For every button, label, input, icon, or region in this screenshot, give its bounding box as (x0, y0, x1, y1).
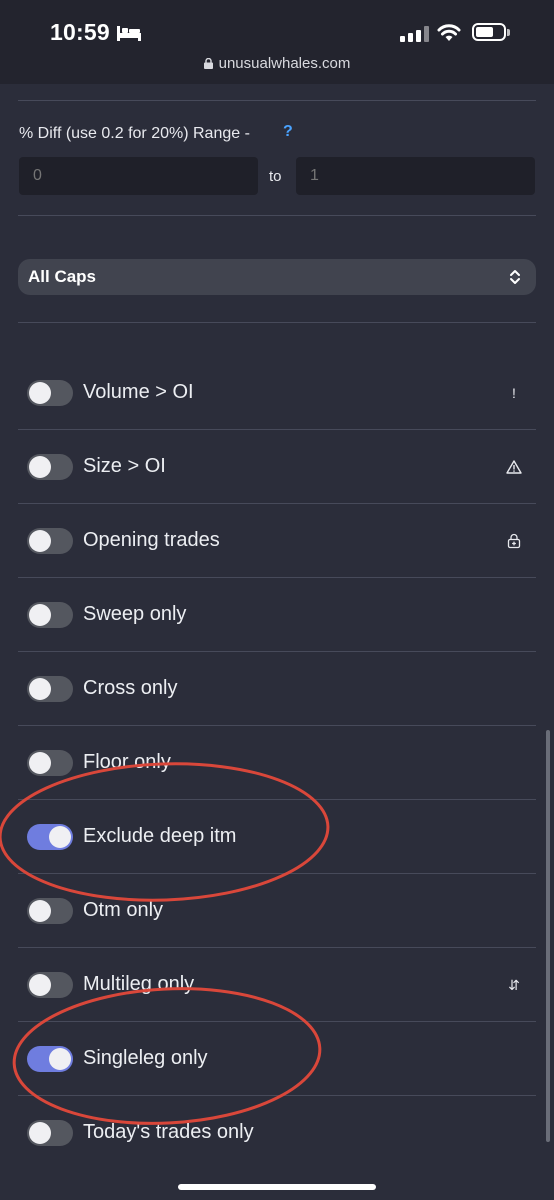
help-icon[interactable]: ? (283, 123, 293, 141)
singleleg-only-toggle[interactable] (27, 1046, 73, 1072)
clock: 10:59 (50, 19, 110, 45)
battery-icon (472, 23, 510, 41)
diff-range-from-input[interactable] (19, 157, 258, 195)
market-cap-selected: All Caps (28, 267, 97, 286)
filter-label: Otm only (83, 899, 164, 921)
status-bar: 10:59 unusualwhales.com (0, 0, 554, 84)
chevron-up-down-icon (510, 270, 520, 284)
otm-only-toggle[interactable] (27, 898, 73, 924)
lock-icon (203, 58, 213, 69)
divider (18, 100, 536, 101)
filter-label: Volume > OI (83, 381, 194, 403)
filter-row-cross-only: Cross only (18, 652, 536, 726)
market-cap-select[interactable]: All Caps (18, 259, 536, 295)
filter-row-volume-oi: Volume > OI ! (18, 356, 536, 430)
home-indicator[interactable] (178, 1184, 376, 1190)
diff-range-label: % Diff (use 0.2 for 20%) Range - (19, 125, 250, 142)
filter-label: Exclude deep itm (83, 825, 237, 847)
divider (18, 215, 536, 216)
swap-vertical-icon[interactable]: ⇵ (506, 977, 522, 993)
todays-trades-only-toggle[interactable] (27, 1120, 73, 1146)
floor-only-toggle[interactable] (27, 750, 73, 776)
sleep-mode-icon (117, 26, 141, 41)
filter-row-sweep-only: Sweep only (18, 578, 536, 652)
cellular-signal-icon (400, 26, 429, 42)
wifi-icon (437, 24, 461, 41)
filter-row-todays-trades-only: Today's trades only (18, 1096, 536, 1170)
url-text: unusualwhales.com (218, 55, 351, 72)
filter-row-opening-trades: Opening trades (18, 504, 536, 578)
filter-label: Cross only (83, 677, 178, 699)
filter-row-singleleg-only: Singleleg only (18, 1022, 536, 1096)
warning-icon[interactable] (506, 459, 522, 475)
filter-row-floor-only: Floor only (18, 726, 536, 800)
multileg-only-toggle[interactable] (27, 972, 73, 998)
divider (18, 322, 536, 323)
range-separator: to (269, 168, 282, 185)
exclude-deep-itm-toggle[interactable] (27, 824, 73, 850)
scrollbar[interactable] (546, 730, 550, 1142)
filter-row-size-oi: Size > OI (18, 430, 536, 504)
filter-label: Multileg only (83, 973, 195, 995)
volume-oi-toggle[interactable] (27, 380, 73, 406)
filter-label: Singleleg only (83, 1047, 208, 1069)
lock-plus-icon[interactable] (506, 533, 522, 549)
diff-range-to-input[interactable] (296, 157, 535, 195)
filter-row-exclude-deep-itm: Exclude deep itm (18, 800, 536, 874)
sweep-only-toggle[interactable] (27, 602, 73, 628)
filter-label: Today's trades only (83, 1121, 254, 1143)
filter-row-multileg-only: Multileg only ⇵ (18, 948, 536, 1022)
cross-only-toggle[interactable] (27, 676, 73, 702)
size-oi-toggle[interactable] (27, 454, 73, 480)
address-bar[interactable]: unusualwhales.com (0, 55, 554, 72)
opening-trades-toggle[interactable] (27, 528, 73, 554)
filter-label: Size > OI (83, 455, 166, 477)
filter-label: Opening trades (83, 529, 220, 551)
filter-label: Floor only (83, 751, 171, 773)
exclamation-icon[interactable]: ! (506, 385, 522, 401)
filter-row-otm-only: Otm only (18, 874, 536, 948)
filter-label: Sweep only (83, 603, 187, 625)
